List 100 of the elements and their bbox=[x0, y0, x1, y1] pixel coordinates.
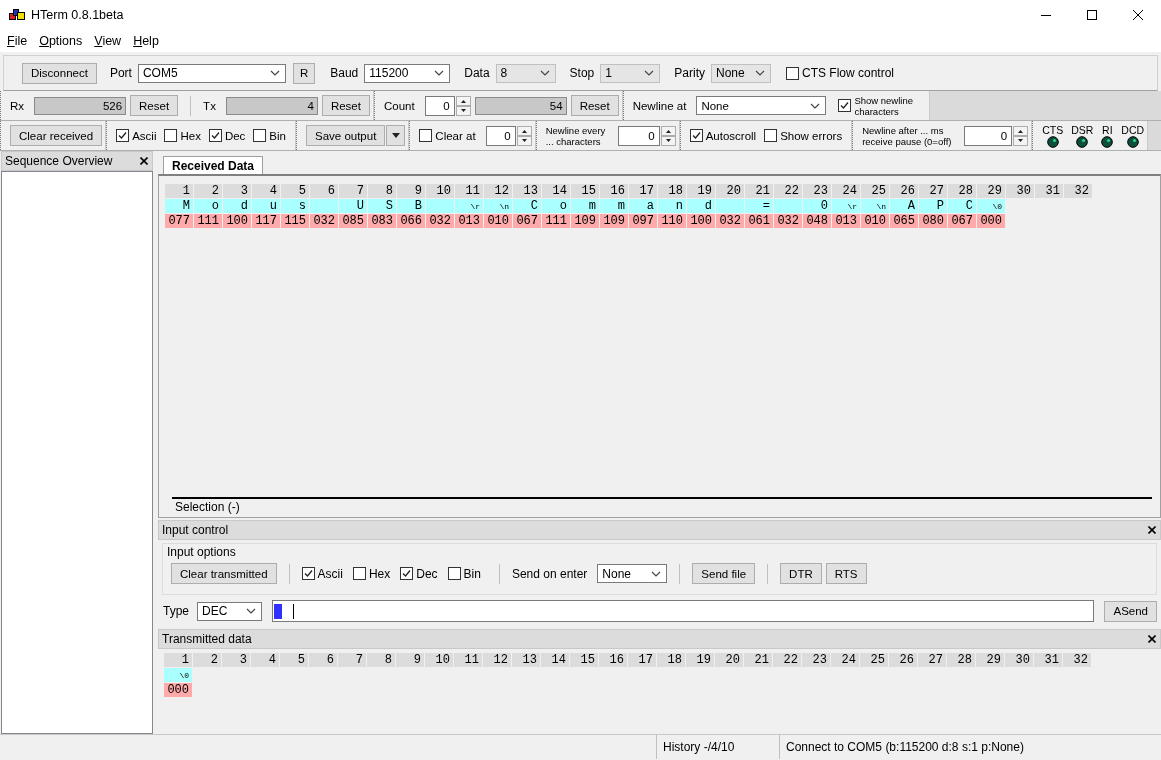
clear-received-button[interactable]: Clear received bbox=[10, 125, 103, 146]
column-number: 27 bbox=[919, 184, 947, 198]
column-number: 13 bbox=[513, 184, 541, 198]
column-number: 20 bbox=[716, 184, 744, 198]
ascii-cell: 0 bbox=[803, 199, 831, 213]
column-number: 28 bbox=[948, 184, 976, 198]
ascii-cell: o bbox=[194, 199, 222, 213]
column-number: 7 bbox=[339, 184, 367, 198]
ascii-cell: d bbox=[223, 199, 251, 213]
decimal-cell: 061 bbox=[745, 214, 773, 228]
checkbox[interactable]: Hex bbox=[164, 129, 201, 142]
column-number: 32 bbox=[1063, 653, 1091, 667]
menu-item[interactable]: Help bbox=[127, 34, 165, 48]
checkbox[interactable]: Ascii bbox=[301, 566, 343, 581]
menu-item[interactable]: File bbox=[1, 34, 34, 48]
close-icon[interactable] bbox=[140, 157, 148, 165]
checkbox[interactable]: Dec bbox=[400, 566, 438, 581]
ascii-cell: S bbox=[368, 199, 396, 213]
number-field[interactable]: 0 bbox=[617, 125, 660, 146]
column-number: 18 bbox=[657, 653, 685, 667]
column-number: 1 bbox=[164, 653, 192, 667]
dropdown[interactable]: None bbox=[597, 564, 668, 583]
menu-item[interactable]: View bbox=[88, 34, 128, 48]
signal-label: DSR bbox=[1071, 123, 1094, 136]
checkbox[interactable]: Dec bbox=[208, 129, 246, 142]
send-button[interactable]: ASend bbox=[1104, 600, 1157, 622]
disconnect-button[interactable]: Disconnect bbox=[22, 62, 97, 84]
column-number: 2 bbox=[194, 184, 222, 198]
ascii-cell: P bbox=[919, 199, 947, 213]
column-number: 23 bbox=[803, 184, 831, 198]
ascii-cell: n bbox=[658, 199, 686, 213]
label: Stop bbox=[569, 66, 595, 80]
maximize-icon[interactable] bbox=[1087, 10, 1097, 20]
spinner-icon[interactable] bbox=[660, 125, 676, 146]
dropdown[interactable]: COM5 bbox=[137, 63, 286, 83]
checkbox[interactable]: CTS Flow control bbox=[786, 66, 894, 80]
check-icon bbox=[839, 100, 851, 111]
tab[interactable]: Received Data bbox=[163, 156, 264, 174]
input-field[interactable] bbox=[272, 600, 1095, 622]
signal-label: RI bbox=[1102, 123, 1113, 136]
ascii-cell: u bbox=[252, 199, 280, 213]
group-label: Input options bbox=[167, 545, 237, 559]
column-number: 15 bbox=[571, 184, 599, 198]
checkbox[interactable]: Show newline characters bbox=[838, 94, 921, 117]
clear-transmitted-button[interactable]: Clear transmitted bbox=[171, 563, 277, 584]
column-number: 12 bbox=[483, 653, 511, 667]
close-icon[interactable] bbox=[1133, 10, 1143, 20]
decimal-cell: 048 bbox=[803, 214, 831, 228]
column-number: 18 bbox=[658, 184, 686, 198]
label: Count bbox=[383, 99, 415, 112]
column-number: 17 bbox=[629, 184, 657, 198]
ascii-cell: C bbox=[948, 199, 976, 213]
decimal-cell: 100 bbox=[223, 214, 251, 228]
spinner-icon[interactable] bbox=[1013, 125, 1029, 146]
number-field[interactable]: 0 bbox=[485, 125, 516, 146]
decimal-cell: 000 bbox=[977, 214, 1005, 228]
column-number: 9 bbox=[396, 653, 424, 667]
column-number: 11 bbox=[455, 184, 483, 198]
send-file-button[interactable]: Send file bbox=[692, 563, 756, 584]
decimal-cell: 000 bbox=[164, 683, 192, 697]
refresh-button[interactable]: R bbox=[292, 62, 316, 84]
spinner-icon[interactable] bbox=[516, 125, 532, 146]
column-number: 32 bbox=[1064, 184, 1092, 198]
checkbox[interactable]: Bin bbox=[253, 129, 286, 142]
column-number: 28 bbox=[947, 653, 975, 667]
close-icon[interactable] bbox=[1148, 635, 1156, 643]
dropdown[interactable]: 115200 bbox=[364, 63, 451, 83]
checkbox[interactable]: Autoscroll bbox=[689, 129, 757, 142]
checkbox[interactable]: Ascii bbox=[116, 129, 157, 142]
number-field[interactable]: 0 bbox=[424, 95, 455, 116]
decimal-cell: 117 bbox=[252, 214, 280, 228]
dropdown[interactable]: None bbox=[696, 96, 827, 115]
decimal-cell: 109 bbox=[600, 214, 628, 228]
checkbox[interactable]: Bin bbox=[447, 566, 481, 581]
rts-button[interactable]: RTS bbox=[825, 563, 867, 584]
column-number: 29 bbox=[976, 653, 1004, 667]
number-field[interactable]: 0 bbox=[964, 125, 1013, 146]
column-number: 17 bbox=[628, 653, 656, 667]
ascii-cell: m bbox=[571, 199, 599, 213]
label: Type bbox=[163, 604, 189, 618]
reset-button[interactable]: Reset bbox=[130, 95, 179, 116]
save-output-button[interactable]: Save output bbox=[305, 125, 386, 146]
spinner-icon[interactable] bbox=[455, 95, 471, 116]
reset-button[interactable]: Reset bbox=[570, 95, 619, 116]
decimal-cell: 111 bbox=[194, 214, 222, 228]
dropdown-button[interactable] bbox=[386, 125, 406, 146]
close-icon[interactable] bbox=[1148, 526, 1156, 534]
dtr-button[interactable]: DTR bbox=[780, 563, 822, 584]
checkbox[interactable]: Hex bbox=[352, 566, 391, 581]
menu-item[interactable]: Options bbox=[33, 34, 89, 48]
dropdown[interactable]: DEC bbox=[197, 601, 262, 621]
reset-button[interactable]: Reset bbox=[321, 95, 370, 116]
column-number: 14 bbox=[541, 653, 569, 667]
decimal-cell: 032 bbox=[426, 214, 454, 228]
checkbox[interactable]: Show errors bbox=[764, 129, 843, 142]
checkbox[interactable]: Clear at bbox=[419, 129, 476, 142]
ascii-cell: \r bbox=[455, 199, 483, 213]
column-number: 26 bbox=[890, 184, 918, 198]
ascii-cell: \0 bbox=[164, 668, 192, 682]
column-number: 8 bbox=[368, 184, 396, 198]
